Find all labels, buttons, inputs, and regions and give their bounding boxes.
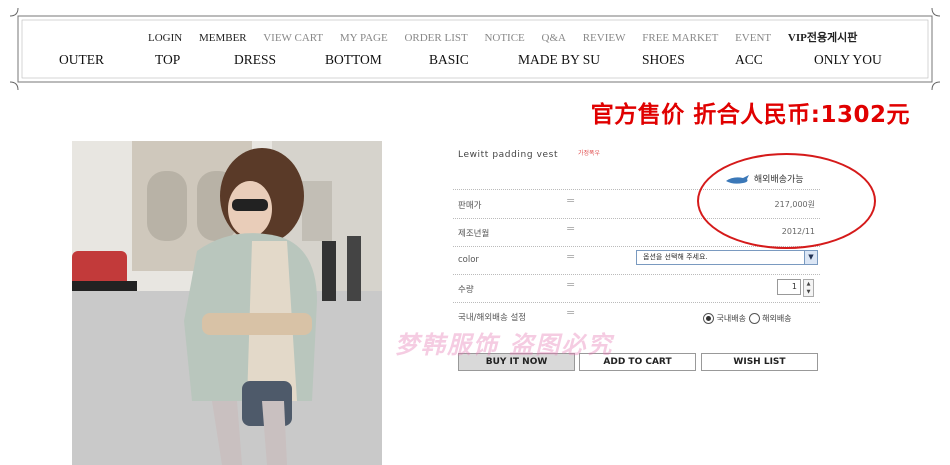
header-frame	[10, 8, 940, 90]
my-page-link[interactable]: MY PAGE	[340, 32, 388, 44]
quantity-eq: =	[566, 278, 576, 291]
color-select[interactable]: 옵션을 선택해 주세요. ▼	[636, 250, 818, 265]
notice-link[interactable]: NOTICE	[484, 32, 524, 44]
quantity-stepper[interactable]: ▲ ▼	[803, 279, 814, 297]
shipping-eq: =	[566, 306, 576, 319]
qna-link[interactable]: Q&A	[542, 32, 566, 44]
date-eq: =	[566, 222, 576, 235]
radio-overseas-label: 해외배송	[762, 314, 792, 323]
nav-acc[interactable]: ACC	[735, 52, 763, 68]
color-eq: =	[566, 250, 576, 263]
shipping-setting-label: 국내/해외배송 설정	[458, 313, 527, 323]
ornamental-border	[10, 8, 940, 90]
nav-bottom[interactable]: BOTTOM	[325, 52, 382, 68]
event-link[interactable]: EVENT	[735, 32, 771, 44]
model-photo-illustration	[72, 141, 382, 465]
free-market-link[interactable]: FREE MARKET	[642, 32, 718, 44]
wish-list-button[interactable]: WISH LIST	[701, 353, 818, 371]
color-select-value: 옵션을 선택해 주세요.	[643, 253, 708, 261]
stepper-down-icon[interactable]: ▼	[804, 288, 813, 296]
stepper-up-icon[interactable]: ▲	[804, 280, 813, 288]
price-label: 판매가	[458, 201, 482, 211]
product-badge: 가정폭우	[578, 150, 601, 157]
vip-board-link[interactable]: VIP전용게시판	[788, 32, 858, 44]
order-list-link[interactable]: ORDER LIST	[404, 32, 467, 44]
radio-domestic[interactable]	[703, 313, 714, 324]
date-label: 제조년월	[458, 229, 490, 239]
quantity-value: 1	[791, 282, 797, 291]
product-name: Lewitt padding vest	[458, 150, 559, 160]
price-overlay-text: 官方售价 折合人民币:1302元	[590, 102, 910, 128]
product-photo[interactable]	[72, 141, 382, 465]
nav-dress[interactable]: DRESS	[234, 52, 276, 68]
nav-outer[interactable]: OUTER	[59, 52, 104, 68]
login-link[interactable]: LOGIN	[148, 32, 182, 44]
watermark-text: 梦韩服饰 盗图必究	[395, 331, 614, 359]
nav-shoes[interactable]: SHOES	[642, 52, 685, 68]
radio-domestic-label: 국내배송	[716, 314, 746, 323]
quantity-input[interactable]: 1	[777, 279, 801, 295]
chevron-down-icon[interactable]: ▼	[804, 251, 817, 264]
quantity-label: 수량	[458, 285, 474, 295]
shipping-radio-group: 국내배송 해외배송	[703, 313, 792, 324]
row-quantity: 수량 =	[453, 274, 820, 303]
view-cart-link[interactable]: VIEW CART	[263, 32, 323, 44]
nav-basic[interactable]: BASIC	[429, 52, 469, 68]
top-links-bar: LOGIN MEMBER VIEW CART MY PAGE ORDER LIS…	[148, 29, 871, 45]
member-link[interactable]: MEMBER	[199, 32, 247, 44]
color-label: color	[458, 255, 479, 265]
highlight-circle	[697, 153, 876, 249]
nav-only-you[interactable]: ONLY YOU	[814, 52, 882, 68]
price-eq: =	[566, 194, 576, 207]
radio-overseas[interactable]	[748, 313, 760, 324]
nav-made-by-su[interactable]: MADE BY SU	[518, 52, 600, 68]
nav-top[interactable]: TOP	[155, 52, 180, 68]
review-link[interactable]: REVIEW	[583, 32, 626, 44]
